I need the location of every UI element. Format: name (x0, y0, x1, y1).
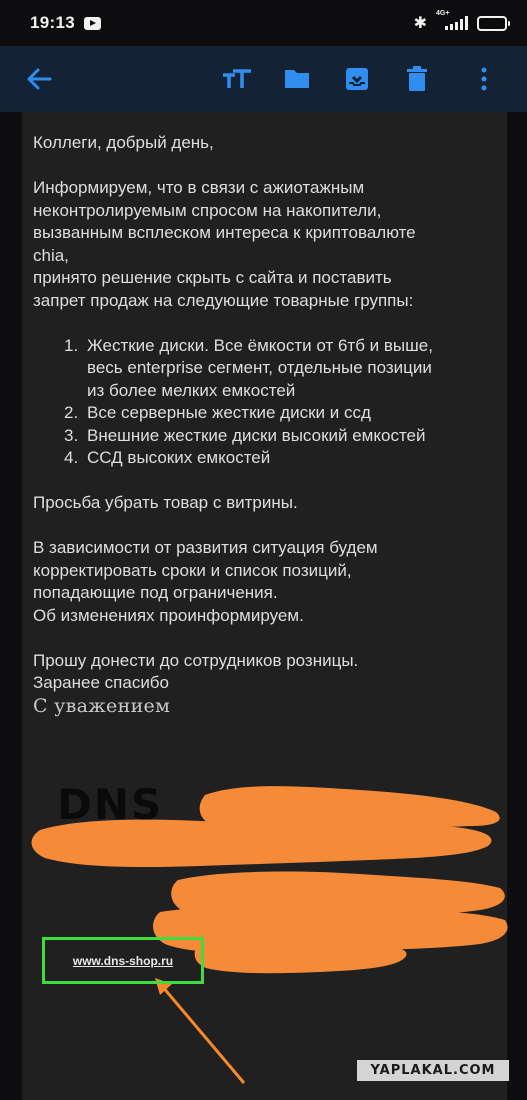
redaction-scribble (194, 940, 407, 974)
watermark: YAPLAKAL.COM (357, 1060, 509, 1081)
redaction-overlay (31, 786, 508, 1084)
website-link-highlight: www.dns-shop.ru (42, 937, 204, 984)
annotation-arrow (155, 978, 246, 1084)
redaction-scribble (31, 819, 492, 868)
watermark-text: YAPLAKAL.COM (370, 1063, 496, 1078)
website-link[interactable]: www.dns-shop.ru (73, 954, 173, 968)
